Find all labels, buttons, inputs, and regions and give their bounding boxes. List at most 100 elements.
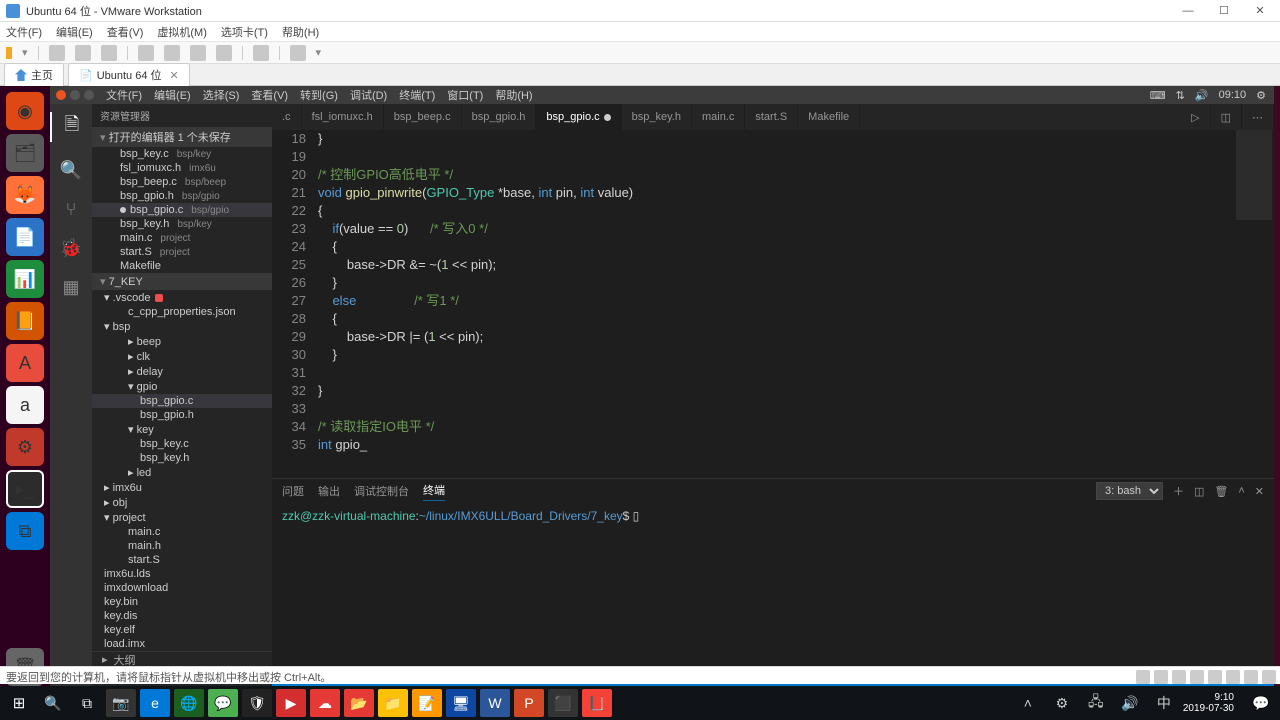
firefox-icon[interactable]: 🦊 [6, 176, 44, 214]
tree-item[interactable]: key.dis [92, 609, 272, 623]
tray-icon[interactable] [1154, 670, 1168, 684]
tree-item[interactable]: load.imx [92, 637, 272, 651]
vm-menu-item[interactable]: 选项卡(T) [221, 24, 268, 40]
vscode-menu-item[interactable]: 调试(D) [350, 87, 387, 103]
sound-icon[interactable]: 🔊 [1195, 89, 1209, 102]
taskbar-ppt[interactable]: P [514, 689, 544, 717]
tree-item[interactable]: ▾ project [92, 510, 272, 525]
terminal-tab[interactable]: 终端 [423, 482, 445, 501]
close-button[interactable]: ✕ [1246, 2, 1274, 20]
settings-icon[interactable]: ⚙ [6, 428, 44, 466]
tree-item[interactable]: start.S [92, 553, 272, 567]
toolbar-button[interactable] [253, 45, 269, 61]
taskbar-app[interactable]: 📝 [412, 689, 442, 717]
tree-item[interactable]: ▾ bsp [92, 319, 272, 334]
tray-icon[interactable] [1208, 670, 1222, 684]
calc-icon[interactable]: 📊 [6, 260, 44, 298]
toolbar-button[interactable] [49, 45, 65, 61]
toolbar-button[interactable] [164, 45, 180, 61]
outline-header[interactable]: ▸ 大纲 [92, 651, 272, 667]
tree-item[interactable]: bsp_gpio.h [92, 408, 272, 422]
vscode-menu-item[interactable]: 文件(F) [106, 87, 142, 103]
tray-icon[interactable] [1172, 670, 1186, 684]
toolbar-button[interactable] [216, 45, 232, 61]
taskbar-app[interactable]: ☁ [310, 689, 340, 717]
terminal-tab[interactable]: 输出 [318, 483, 340, 499]
tray-icon[interactable] [1136, 670, 1150, 684]
tree-item[interactable]: imx6u.lds [92, 567, 272, 581]
taskbar-vmware[interactable]: 🖥 [446, 689, 476, 717]
tree-item[interactable]: bsp_key.h [92, 451, 272, 465]
amazon-icon[interactable]: a [6, 386, 44, 424]
tray-chevron-icon[interactable]: ˄ [1013, 689, 1043, 717]
editor-tab[interactable]: bsp_gpio.h [462, 104, 537, 130]
terminal-shell-select[interactable]: 3: bash [1096, 482, 1163, 500]
gear-icon[interactable]: ⚙ [1256, 89, 1266, 102]
new-terminal-icon[interactable]: ＋ [1173, 483, 1184, 499]
vscode-menu-item[interactable]: 窗口(T) [447, 87, 483, 103]
open-editor-item[interactable]: bsp_gpio.hbsp/gpio [92, 189, 272, 203]
chevron-up-icon[interactable]: ˄ [1238, 485, 1244, 497]
tree-item[interactable]: key.bin [92, 595, 272, 609]
tree-item[interactable]: ▸ imx6u [92, 480, 272, 495]
open-editor-item[interactable]: bsp_key.hbsp/key [92, 217, 272, 231]
taskbar-edge[interactable]: e [140, 689, 170, 717]
taskbar-app[interactable]: 🌐 [174, 689, 204, 717]
vscode-icon[interactable]: ⧉ [6, 512, 44, 550]
code-editor[interactable]: 181920212223242526272829303132333435 } /… [272, 130, 1274, 478]
editor-tab[interactable]: .c [272, 104, 302, 130]
editor-tab[interactable]: Makefile [798, 104, 860, 130]
taskbar-explorer[interactable]: 📁 [378, 689, 408, 717]
search-button[interactable]: 🔍 [38, 689, 68, 717]
terminal-tab[interactable]: 调试控制台 [354, 483, 409, 499]
editor-tab[interactable]: fsl_iomuxc.h [302, 104, 384, 130]
vm-menu-item[interactable]: 查看(V) [107, 24, 144, 40]
run-icon[interactable]: ▷ [1181, 104, 1210, 130]
tree-item[interactable]: imxdownload [92, 581, 272, 595]
pause-icon[interactable] [6, 47, 12, 59]
vscode-menu-item[interactable]: 选择(S) [203, 87, 240, 103]
tray-network-icon[interactable]: 🖧 [1081, 689, 1111, 717]
explorer-icon[interactable]: 🗎 [50, 112, 92, 142]
tray-icon[interactable]: ⚙ [1047, 689, 1077, 717]
vm-menu-item[interactable]: 文件(F) [6, 24, 42, 40]
keyboard-icon[interactable]: ⌨ [1150, 89, 1166, 102]
tray-icon[interactable] [1226, 670, 1240, 684]
minimize-button[interactable]: — [1174, 2, 1202, 20]
taskbar-app[interactable]: ⬛ [548, 689, 578, 717]
open-editors-header[interactable]: 打开的编辑器 1 个未保存 [92, 127, 272, 147]
extensions-icon[interactable]: ▦ [62, 277, 79, 298]
git-icon[interactable]: ⑂ [66, 199, 77, 220]
close-icon[interactable] [56, 90, 66, 100]
vm-menu-item[interactable]: 帮助(H) [282, 24, 319, 40]
min-icon[interactable] [70, 90, 80, 100]
tray-ime-icon[interactable]: 中 [1149, 689, 1179, 717]
open-editor-item[interactable]: bsp_beep.cbsp/beep [92, 175, 272, 189]
writer-icon[interactable]: 📄 [6, 218, 44, 256]
taskbar-app[interactable]: ▶ [276, 689, 306, 717]
open-editor-item[interactable]: fsl_iomuxc.himx6u [92, 161, 272, 175]
terminal-icon[interactable]: ▸_ [6, 470, 44, 508]
editor-tab[interactable]: bsp_beep.c [384, 104, 462, 130]
search-icon[interactable]: 🔍 [60, 160, 82, 181]
tree-item[interactable]: ▸ led [92, 465, 272, 480]
files-icon[interactable]: 🗂 [6, 134, 44, 172]
tree-item[interactable]: key.elf [92, 623, 272, 637]
terminal-body[interactable]: zzk@zzk-virtual-machine:~/linux/IMX6ULL/… [272, 503, 1274, 668]
open-editor-item[interactable]: main.cproject [92, 231, 272, 245]
toolbar-button[interactable] [290, 45, 306, 61]
tab-guest[interactable]: 📄 Ubuntu 64 位 ✕ [68, 63, 190, 86]
open-editor-item[interactable]: bsp_gpio.cbsp/gpio [92, 203, 272, 217]
maximize-button[interactable]: ☐ [1210, 2, 1238, 20]
close-terminal-icon[interactable]: ✕ [1255, 485, 1264, 498]
open-editor-item[interactable]: Makefile [92, 259, 272, 273]
impress-icon[interactable]: 📙 [6, 302, 44, 340]
tab-home[interactable]: 主页 [4, 63, 64, 86]
tree-item[interactable]: ▸ beep [92, 334, 272, 349]
notifications-icon[interactable]: 💬 [1246, 689, 1276, 717]
toolbar-button[interactable] [101, 45, 117, 61]
editor-tab[interactable]: bsp_key.h [622, 104, 692, 130]
more-icon[interactable]: ⋯ [1242, 104, 1274, 130]
tree-item[interactable]: c_cpp_properties.json [92, 305, 272, 319]
max-icon[interactable] [84, 90, 94, 100]
